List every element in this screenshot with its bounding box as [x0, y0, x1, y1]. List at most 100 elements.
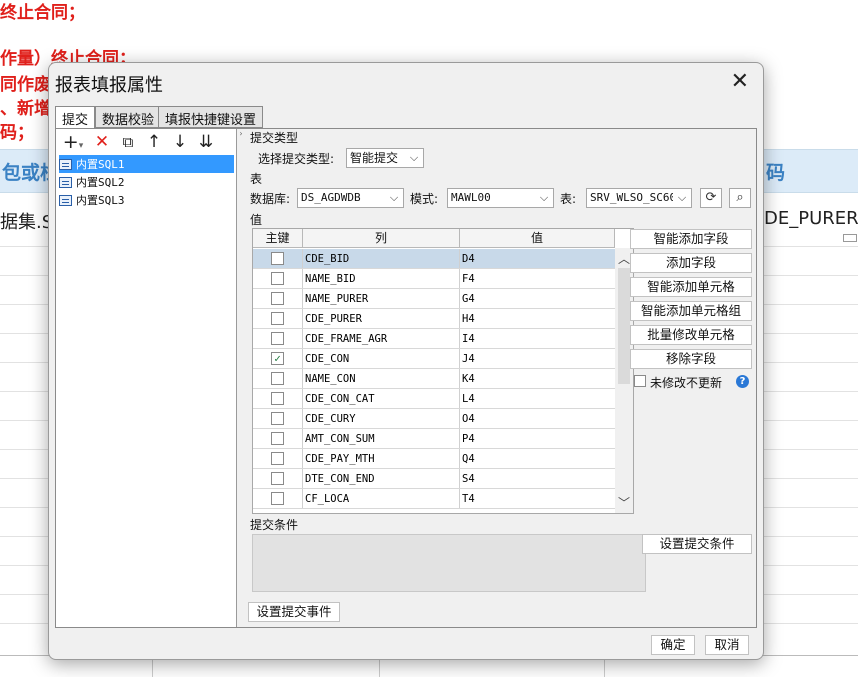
preview-icon[interactable]: ⌕ [729, 188, 751, 208]
ok-button[interactable]: 确定 [651, 635, 695, 655]
table-select[interactable]: SRV_WLSO_SC60 ⌵ [586, 188, 692, 208]
column-cell[interactable]: NAME_CON [303, 369, 460, 388]
table-row[interactable]: CDE_CURY O4 [253, 409, 615, 429]
value-cell[interactable]: T4 [460, 489, 615, 508]
value-section: 值 [250, 213, 263, 227]
value-cell[interactable]: F4 [460, 269, 615, 288]
column-cell[interactable]: CDE_PURER [303, 309, 460, 328]
primary-key-checkbox[interactable] [271, 452, 284, 465]
tree-item[interactable]: 内置SQL1 [59, 155, 234, 173]
column-cell[interactable]: NAME_PURER [303, 289, 460, 308]
primary-key-checkbox[interactable]: ✓ [271, 352, 284, 365]
value-cell[interactable]: Q4 [460, 449, 615, 468]
refresh-icon[interactable]: ⟳ [700, 188, 722, 208]
table-row[interactable]: ✓ CDE_CON J4 [253, 349, 615, 369]
column-cell[interactable]: DTE_CON_END [303, 469, 460, 488]
primary-key-checkbox[interactable] [271, 472, 284, 485]
copy-icon[interactable]: ⧉ [118, 131, 138, 153]
smart-add-cell-group-button[interactable]: 智能添加单元格组 [630, 301, 752, 321]
primary-key-checkbox[interactable] [271, 372, 284, 385]
column-cell[interactable]: AMT_CON_SUM [303, 429, 460, 448]
primary-key-checkbox[interactable] [271, 432, 284, 445]
value-cell[interactable]: D4 [460, 249, 615, 268]
value-cell[interactable]: L4 [460, 389, 615, 408]
table-row[interactable]: CDE_BID D4 [253, 249, 615, 269]
table-row[interactable]: NAME_CON K4 [253, 369, 615, 389]
chevron-down-icon: ⌵ [385, 189, 403, 207]
sql-list-panel: +▾ ✕ ⧉ ↑ ↓ ⇊ 内置SQL1 内置SQL2 内置SQL3 [56, 129, 237, 627]
move-up-icon[interactable]: ↑ [144, 131, 164, 153]
primary-key-checkbox[interactable] [271, 392, 284, 405]
chevron-down-icon: ⌵ [673, 189, 691, 207]
tab-submit[interactable]: 提交 [55, 106, 96, 129]
no-update-checkbox[interactable] [634, 375, 646, 387]
database-select[interactable]: DS_AGDWDB ⌵ [297, 188, 404, 208]
tree-item-label: 内置SQL3 [76, 194, 125, 207]
table-row[interactable]: CDE_PAY_MTH Q4 [253, 449, 615, 469]
smart-add-field-button[interactable]: 智能添加字段 [630, 229, 752, 249]
primary-key-checkbox[interactable] [271, 312, 284, 325]
primary-key-checkbox[interactable] [271, 492, 284, 505]
help-icon[interactable]: ? [736, 375, 749, 388]
value-cell[interactable]: O4 [460, 409, 615, 428]
column-cell[interactable]: CDE_BID [303, 249, 460, 268]
chevron-down-icon: ⌵ [405, 149, 423, 167]
table-row[interactable]: CDE_FRAME_AGR I4 [253, 329, 615, 349]
value-cell[interactable]: G4 [460, 289, 615, 308]
set-event-button[interactable]: 设置提交事件 [248, 602, 340, 622]
column-cell[interactable]: CF_LOCA [303, 489, 460, 508]
choose-type-label: 选择提交类型: [258, 152, 335, 166]
primary-key-checkbox[interactable] [271, 332, 284, 345]
left-toolbar: +▾ ✕ ⧉ ↑ ↓ ⇊ [60, 131, 216, 153]
schema-select[interactable]: MAWL00 ⌵ [447, 188, 554, 208]
primary-key-checkbox[interactable] [271, 292, 284, 305]
primary-key-checkbox[interactable] [271, 272, 284, 285]
close-icon[interactable]: ✕ [731, 69, 749, 94]
add-icon[interactable]: +▾ [60, 131, 86, 153]
tree-item[interactable]: 内置SQL3 [59, 191, 234, 209]
table-row[interactable]: AMT_CON_SUM P4 [253, 429, 615, 449]
table-header: 主键 列 值 [253, 229, 615, 248]
caret-down-icon[interactable]: ▾ [79, 135, 84, 157]
tree-item[interactable]: 内置SQL2 [59, 173, 234, 191]
key-cell [253, 389, 303, 408]
column-cell[interactable]: CDE_PAY_MTH [303, 449, 460, 468]
splitter-handle[interactable]: › [238, 129, 244, 627]
column-cell[interactable]: NAME_BID [303, 269, 460, 288]
scroll-down-icon[interactable]: ﹀ [615, 494, 633, 511]
table-row[interactable]: NAME_BID F4 [253, 269, 615, 289]
remove-field-button[interactable]: 移除字段 [630, 349, 752, 369]
column-cell[interactable]: CDE_CURY [303, 409, 460, 428]
column-cell[interactable]: CDE_CON [303, 349, 460, 368]
scrollbar-thumb[interactable] [618, 268, 630, 384]
add-field-button[interactable]: 添加字段 [630, 253, 752, 273]
key-cell [253, 489, 303, 508]
table-row[interactable]: NAME_PURER G4 [253, 289, 615, 309]
move-down-icon[interactable]: ↓ [170, 131, 190, 153]
column-cell[interactable]: CDE_FRAME_AGR [303, 329, 460, 348]
table-row[interactable]: DTE_CON_END S4 [253, 469, 615, 489]
condition-area[interactable] [252, 534, 646, 592]
cancel-button[interactable]: 取消 [705, 635, 749, 655]
tab-data-validation[interactable]: 数据校验 [95, 106, 162, 128]
tab-shortcut-settings[interactable]: 填报快捷键设置 [158, 106, 264, 128]
value-cell[interactable]: H4 [460, 309, 615, 328]
column-cell[interactable]: CDE_CON_CAT [303, 389, 460, 408]
batch-modify-cell-button[interactable]: 批量修改单元格 [630, 325, 752, 345]
value-cell[interactable]: S4 [460, 469, 615, 488]
table-row[interactable]: CDE_CON_CAT L4 [253, 389, 615, 409]
value-cell[interactable]: J4 [460, 349, 615, 368]
set-condition-button[interactable]: 设置提交条件 [642, 534, 752, 554]
table-row[interactable]: CF_LOCA T4 [253, 489, 615, 509]
value-cell[interactable]: K4 [460, 369, 615, 388]
table-row[interactable]: CDE_PURER H4 [253, 309, 615, 329]
smart-add-cell-button[interactable]: 智能添加单元格 [630, 277, 752, 297]
value-cell[interactable]: P4 [460, 429, 615, 448]
delete-icon[interactable]: ✕ [92, 131, 112, 153]
value-cell[interactable]: I4 [460, 329, 615, 348]
move-bottom-icon[interactable]: ⇊ [196, 131, 216, 153]
primary-key-checkbox[interactable] [271, 412, 284, 425]
primary-key-checkbox[interactable] [271, 252, 284, 265]
submit-type-select[interactable]: 智能提交 ⌵ [346, 148, 424, 168]
bg-small-box [843, 234, 857, 242]
